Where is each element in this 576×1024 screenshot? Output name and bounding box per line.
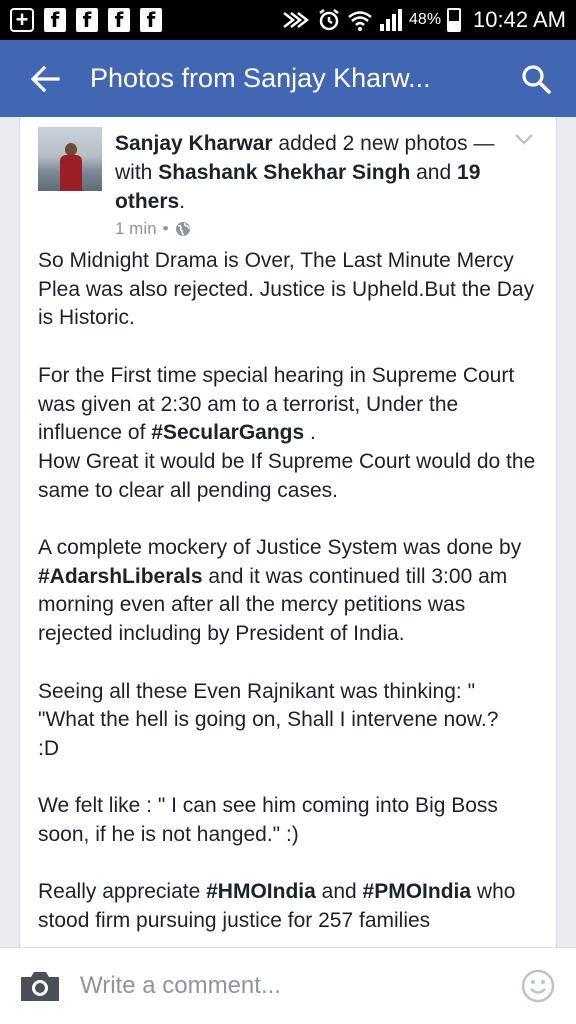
battery-icon <box>447 8 462 32</box>
post-timestamp[interactable]: 1 min <box>115 219 157 239</box>
alarm-icon <box>319 9 339 31</box>
post-meta: 1 min • <box>115 219 191 239</box>
comment-input[interactable] <box>80 966 500 1006</box>
facebook-icon: f <box>108 8 130 32</box>
clock: 10:42 AM <box>473 7 566 32</box>
page-title: Photos from Sanjay Kharw... <box>90 63 431 93</box>
arrow-left-icon <box>30 65 60 92</box>
avatar-person <box>60 143 82 191</box>
meta-separator: • <box>162 219 169 238</box>
paragraph-text: . <box>310 421 316 445</box>
post-body: So Midnight Drama is Over, The Last Minu… <box>20 247 556 936</box>
hashtag-hmo-india[interactable]: #HMOIndia <box>206 880 316 903</box>
post-paragraph: A complete mockery of Justice System was… <box>38 534 538 649</box>
app-bar: Photos from Sanjay Kharw... <box>0 40 576 117</box>
post-paragraph: So Midnight Drama is Over, The Last Minu… <box>38 247 538 333</box>
post-paragraph: Seeing all these Even Rajnikant was thin… <box>38 678 538 764</box>
hashtag-secular-gangs[interactable]: #SecularGangs <box>151 421 304 444</box>
system-icons: 48% 10:42 AM <box>281 7 566 33</box>
headline-period: . <box>179 190 186 213</box>
post-header: Sanjay Kharwar added 2 new photos — with… <box>20 117 556 247</box>
facebook-icon: f <box>44 8 66 32</box>
camera-icon <box>21 972 59 1001</box>
sticker-button[interactable] <box>500 948 576 1024</box>
add-icon: + <box>10 8 34 32</box>
avatar[interactable] <box>38 127 102 191</box>
post-menu-button[interactable] <box>512 127 536 151</box>
paragraph-text: Seeing all these Even Rajnikant was thin… <box>38 679 476 703</box>
post-headline: Sanjay Kharwar added 2 new photos — with… <box>115 129 515 216</box>
paragraph-text: A complete mockery of Justice System was… <box>38 536 522 559</box>
search-icon <box>522 64 551 94</box>
smiley-icon <box>521 969 555 1003</box>
tagged-person[interactable]: Shashank Shekhar Singh <box>158 161 410 184</box>
chevron-down-icon <box>515 134 533 145</box>
paragraph-text: :D <box>38 736 59 760</box>
search-button[interactable] <box>496 40 576 117</box>
hashtag-pmo-india[interactable]: #PMOIndia <box>363 880 472 903</box>
notification-icons: + f f f f <box>10 8 162 32</box>
signal-icon <box>380 9 403 31</box>
comment-bar <box>0 947 576 1024</box>
hashtag-adarsh-liberals[interactable]: #AdarshLiberals <box>38 565 203 588</box>
paragraph-text: We felt like : " I can see him coming in… <box>38 794 498 846</box>
and-text: and <box>416 161 452 184</box>
camera-button[interactable] <box>0 948 80 1024</box>
battery-percent: 48% <box>409 11 442 28</box>
facebook-icon: f <box>76 8 98 32</box>
post-paragraph: Really appreciate #HMOIndia and #PMOIndi… <box>38 878 538 935</box>
back-button[interactable] <box>0 40 90 117</box>
status-bar: + f f f f 48% 10:42 AM <box>0 0 576 40</box>
wifi-icon <box>348 11 372 31</box>
globe-icon <box>175 222 190 236</box>
paragraph-text: and <box>321 880 357 904</box>
post-paragraph: For the First time special hearing in Su… <box>38 362 538 506</box>
post-card: Sanjay Kharwar added 2 new photos — with… <box>19 117 557 947</box>
paragraph-text: Really appreciate <box>38 880 201 904</box>
paragraph-text: "What the hell is going on, Shall I inte… <box>38 708 499 732</box>
paragraph-text: How Great it would be If Supreme Court w… <box>38 449 536 502</box>
post-paragraph: We felt like : " I can see him coming in… <box>38 792 538 849</box>
nfc-icon <box>283 12 310 28</box>
paragraph-text: So Midnight Drama is Over, The Last Minu… <box>38 249 535 330</box>
facebook-icon: f <box>140 8 162 32</box>
author-name[interactable]: Sanjay Kharwar <box>115 132 273 155</box>
